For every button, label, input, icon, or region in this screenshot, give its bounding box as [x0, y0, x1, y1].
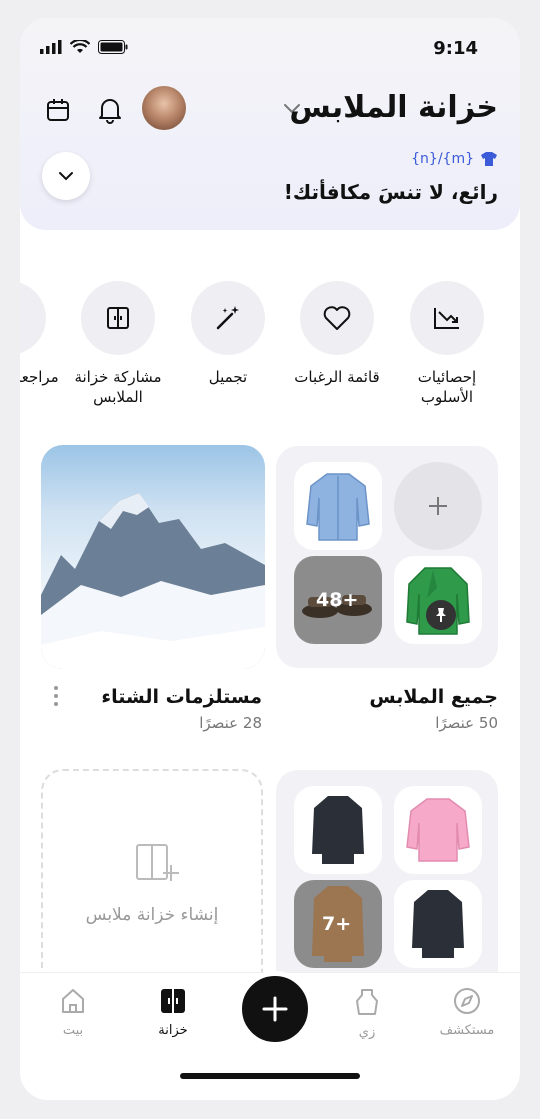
signal-icon [40, 40, 62, 54]
phone-screen: 9:14 خزانة الملابس {n}/{m} رائع، لا تنسَ… [20, 18, 520, 1100]
style-stats-icon [434, 308, 459, 329]
avatar[interactable] [142, 86, 186, 130]
reward-text: رائع، لا تنسَ مكافأتك! [283, 180, 498, 204]
bell-icon[interactable] [92, 92, 128, 128]
item-thumbnail [394, 880, 482, 968]
winter-collection-card[interactable] [41, 445, 265, 669]
action-share-wardrobe[interactable]: مشاركة خزانة الملابس [63, 281, 173, 407]
heart-icon [323, 306, 351, 330]
action-label: مشاركة خزانة الملابس [74, 368, 162, 406]
dark-coat-icon [412, 890, 464, 958]
home-icon [62, 989, 84, 1013]
reward-code-text: {n}/{m} [411, 151, 474, 167]
collection-title: مستلزمات الشتاء [101, 686, 262, 708]
calendar-icon[interactable] [40, 92, 76, 128]
tab-explore[interactable]: مستكشف [427, 987, 507, 1038]
status-time: 9:14 [433, 38, 478, 59]
add-button[interactable] [237, 971, 313, 1047]
action-style-stats[interactable]: إحصائيات الأسلوب [392, 281, 502, 407]
action-label: مراجعة الملابس [20, 368, 59, 386]
status-icons [40, 40, 128, 54]
add-item-button[interactable] [394, 462, 482, 550]
create-wardrobe-card[interactable]: إنشاء خزانة ملابس [41, 769, 263, 993]
item-thumbnail [394, 786, 482, 874]
plus-icon [429, 497, 447, 515]
item-thumbnail-more: 7+ [294, 880, 382, 968]
more-count: 7+ [322, 913, 352, 935]
compass-icon [454, 988, 480, 1014]
item-thumbnail [294, 786, 382, 874]
collection-title: جميع الملابس [369, 686, 498, 708]
more-options-icon[interactable] [54, 686, 58, 706]
page-title[interactable]: خزانة الملابس [289, 90, 498, 125]
dark-coat-icon [312, 796, 364, 864]
battery-icon [98, 40, 128, 54]
collection-count: 28 عنصرًا [199, 714, 262, 732]
item-thumbnail [294, 462, 382, 550]
all-clothes-card[interactable]: 48+ [276, 446, 498, 668]
action-label: إحصائيات الأسلوب [417, 368, 477, 406]
action-review[interactable]: مراجعة الملابس [20, 281, 64, 387]
tab-wardrobe[interactable]: خزانة [133, 987, 213, 1038]
wardrobe-add-icon [136, 844, 179, 881]
create-wardrobe-label: إنشاء خزانة ملابس [85, 905, 219, 925]
home-indicator [180, 1073, 360, 1079]
bottom-tab-bar: بيت خزانة زي مستكشف [20, 971, 520, 1100]
mountain-image [41, 493, 265, 669]
coats-collection-card[interactable]: 7+ [276, 770, 498, 992]
action-wishlist[interactable]: قائمة الرغبات [282, 281, 392, 387]
tab-home[interactable]: بيت [33, 987, 113, 1038]
share-wardrobe-icon [107, 307, 129, 329]
action-beautify[interactable]: تجميل [173, 281, 283, 387]
blue-shirt-icon [306, 473, 370, 541]
plus-icon [262, 996, 288, 1022]
outfit-icon [356, 989, 378, 1015]
shirt-icon [481, 152, 497, 166]
magic-wand-icon [216, 306, 239, 330]
chevron-down-icon [59, 172, 73, 181]
wardrobe-icon [161, 989, 185, 1013]
tab-label: زي [358, 1025, 376, 1040]
pink-shirt-icon [406, 798, 470, 862]
more-count: 48+ [316, 589, 359, 611]
pin-icon[interactable] [426, 600, 456, 630]
item-thumbnail-more: 48+ [294, 556, 382, 644]
collection-count: 50 عنصرًا [435, 714, 498, 732]
tab-label: مستكشف [439, 1023, 495, 1038]
review-icon [20, 303, 24, 333]
item-thumbnail [394, 556, 482, 644]
tab-outfit[interactable]: زي [327, 987, 407, 1040]
tab-label: خزانة [158, 1023, 188, 1038]
collapse-button[interactable] [42, 152, 90, 200]
reward-progress: {n}/{m} [411, 151, 498, 167]
tab-label: بيت [62, 1023, 84, 1038]
action-label: قائمة الرغبات [294, 368, 380, 386]
wifi-icon [70, 40, 90, 53]
action-label: تجميل [208, 368, 248, 386]
